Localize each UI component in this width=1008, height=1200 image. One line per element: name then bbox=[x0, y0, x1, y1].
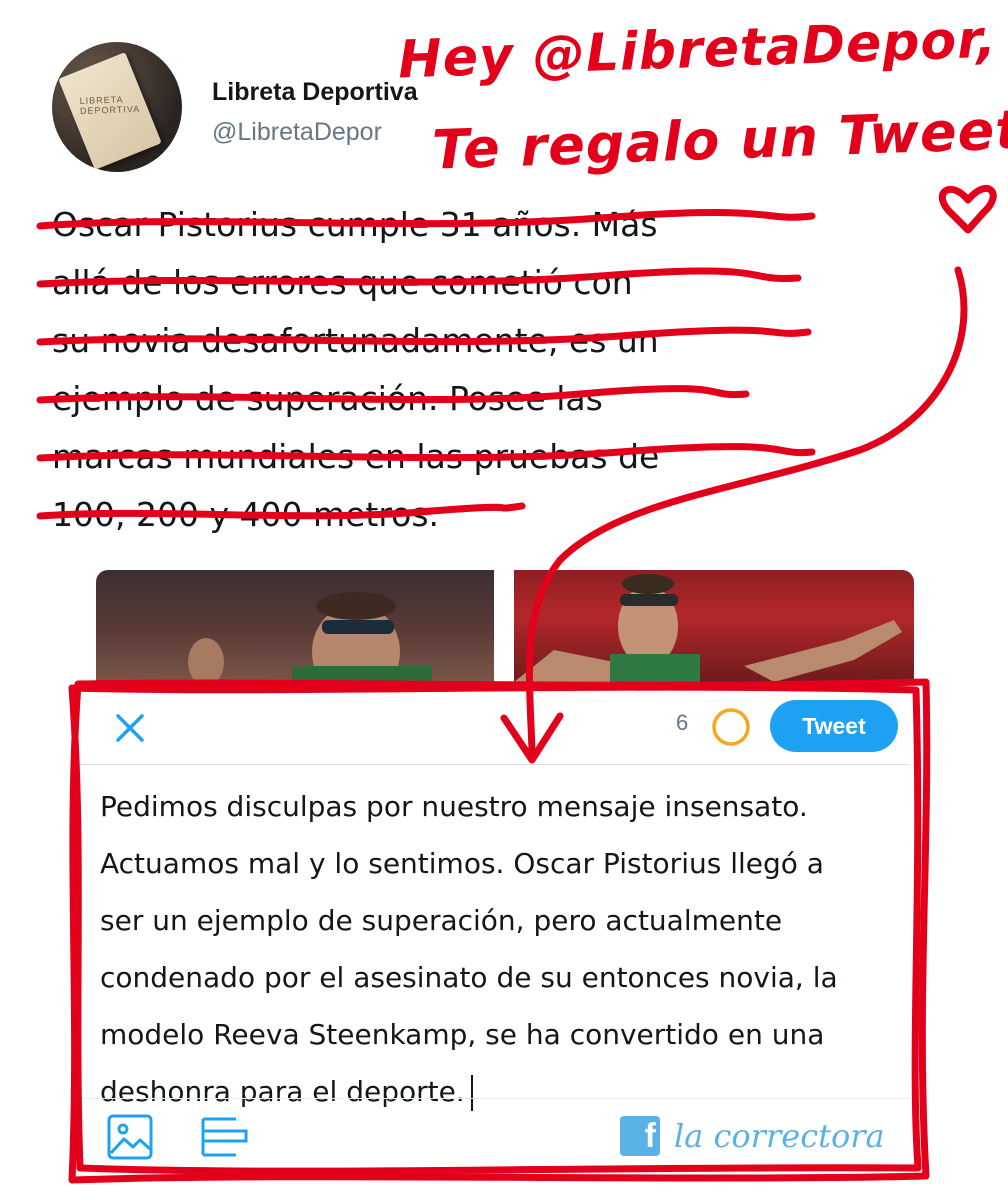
compose-line: Pedimos disculpas por nuestro mensaje in… bbox=[100, 790, 808, 823]
character-count: 6 bbox=[676, 710, 689, 735]
tweet-line: allá de los errores que cometió con bbox=[52, 263, 633, 302]
compose-header: 6 Tweet bbox=[80, 690, 910, 765]
thread-icon[interactable] bbox=[200, 1115, 250, 1159]
brand-watermark: f la correctora bbox=[620, 1111, 885, 1161]
tweet-line: su novia desafortunadamente, es un bbox=[52, 321, 659, 360]
progress-ring-icon bbox=[712, 708, 750, 746]
tweet-line: ejemplo de superación. Posee las bbox=[52, 379, 603, 418]
runner-photo bbox=[188, 592, 432, 682]
compose-line: ser un ejemplo de superación, pero actua… bbox=[100, 904, 783, 937]
compose-dialog[interactable]: 6 Tweet Pedimos disculpas por nuestro me… bbox=[80, 690, 910, 1170]
display-name[interactable]: Libreta Deportiva bbox=[212, 78, 418, 107]
facebook-icon: f bbox=[620, 1116, 660, 1156]
compose-line: Actuamos mal y lo sentimos. Oscar Pistor… bbox=[100, 847, 824, 880]
heart-icon bbox=[938, 185, 997, 234]
image-icon[interactable] bbox=[106, 1113, 154, 1161]
close-icon[interactable] bbox=[110, 708, 150, 748]
notebook-image: LIBRETA DEPORTIVA bbox=[58, 52, 162, 170]
runner-photo bbox=[514, 574, 902, 682]
tweet-button[interactable]: Tweet bbox=[770, 700, 898, 752]
tweet-line: Oscar Pistorius cumple 31 años. Más bbox=[52, 205, 658, 244]
tweet-line: 100, 200 y 400 metros. bbox=[52, 495, 440, 534]
user-handle[interactable]: @LibretaDepor bbox=[212, 118, 382, 147]
tweet-photo-left[interactable] bbox=[96, 570, 494, 682]
brand-label: la correctora bbox=[674, 1117, 885, 1155]
annotation-line-2: Te regalo un Tweet. bbox=[431, 97, 1008, 182]
tweet-text: Oscar Pistorius cumple 31 años. Más allá… bbox=[52, 196, 842, 544]
tweet-line: marcas mundiales en las pruebas de bbox=[52, 437, 660, 476]
compose-textarea[interactable]: Pedimos disculpas por nuestro mensaje in… bbox=[100, 778, 912, 1120]
compose-line: condenado por el asesinato de su entonce… bbox=[100, 961, 838, 994]
avatar-label: LIBRETA DEPORTIVA bbox=[79, 94, 141, 116]
annotation-line-1: Hey @LibretaDepor, bbox=[397, 9, 998, 91]
compose-line: modelo Reeva Steenkamp, se ha convertido… bbox=[100, 1018, 825, 1051]
avatar[interactable]: LIBRETA DEPORTIVA bbox=[52, 42, 182, 172]
compose-toolbar: f la correctora bbox=[80, 1098, 910, 1169]
tweet-photo-right[interactable] bbox=[514, 570, 914, 682]
